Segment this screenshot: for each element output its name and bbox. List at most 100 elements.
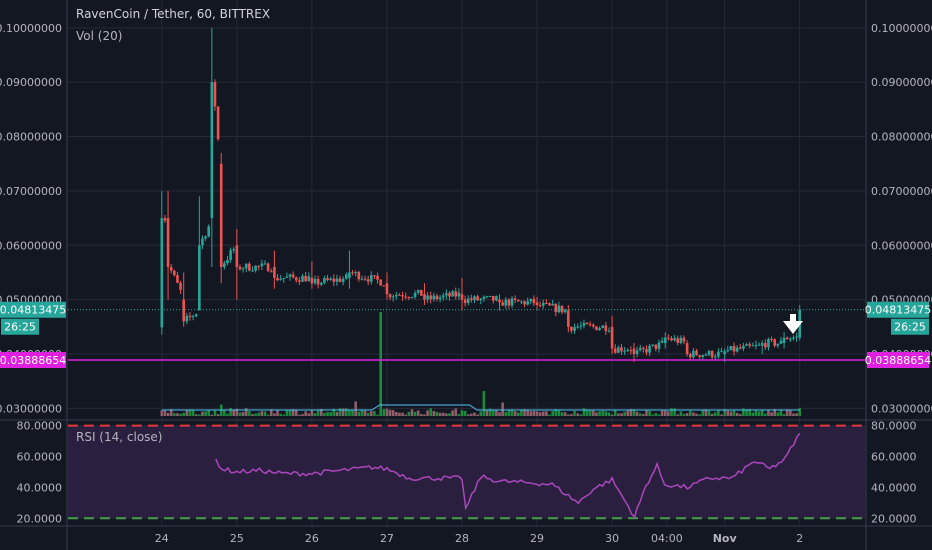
volume-bar [545, 411, 548, 416]
candle-body [382, 285, 386, 287]
volume-bar [379, 312, 382, 416]
volume-bar [654, 413, 658, 416]
volume-bar [373, 411, 376, 416]
candle-body [538, 305, 542, 307]
volume-bar [751, 412, 755, 416]
volume-bar [582, 408, 586, 416]
candle-body [504, 299, 508, 306]
candle-body [226, 259, 229, 264]
volume-bar [529, 411, 533, 416]
volume-bar [401, 412, 404, 416]
candle-body [448, 293, 451, 297]
candle-body [298, 280, 301, 282]
volume-bar [679, 411, 683, 416]
candle-body [323, 278, 326, 283]
volume-bar [638, 413, 642, 416]
candle-body [742, 345, 745, 349]
candle-body [379, 279, 382, 286]
volume-bar [360, 409, 364, 416]
candle-body [638, 347, 642, 351]
candle-body [682, 337, 686, 342]
time-tick: 24 [155, 532, 169, 545]
candle-body [213, 82, 217, 107]
trading-chart[interactable]: 0.10000000 0.10000000 0.09000000 0.09000000… [0, 0, 932, 550]
volume-bar [792, 413, 795, 416]
candle-body [548, 303, 551, 306]
price-tick-right: 0.09000000 [871, 76, 932, 89]
volume-bar [579, 414, 583, 416]
rsi-tick-right: 80.0000 [871, 420, 917, 433]
candle-body [198, 245, 201, 311]
volume-bar [207, 410, 211, 416]
candle-body [282, 277, 286, 279]
candle-body [254, 265, 257, 271]
candle-body [704, 354, 708, 356]
candle-body [526, 301, 529, 305]
volume-bar [626, 410, 630, 416]
candle-body [326, 278, 329, 280]
volume-bar [395, 412, 398, 416]
volume-bar [407, 411, 411, 416]
candle-body [269, 271, 273, 273]
candle-body [366, 279, 370, 282]
volume-bar [229, 408, 232, 416]
candle-body [285, 276, 289, 278]
volume-bar [279, 413, 282, 416]
candle-body [679, 337, 683, 343]
candle-body [188, 315, 192, 317]
candle-body [626, 350, 630, 352]
volume-bar [257, 412, 261, 416]
volume-bar [735, 412, 739, 416]
volume-bar [441, 412, 445, 416]
candle-body [495, 296, 498, 301]
volume-bar [663, 410, 667, 416]
volume-bar [185, 409, 189, 416]
volume-bar [548, 414, 551, 416]
price-tick-right: 0.06000000 [871, 239, 932, 252]
candle-body [373, 275, 376, 277]
candle-body [260, 263, 264, 267]
volume-bar [651, 414, 655, 416]
time-tick: 25 [230, 532, 244, 545]
candle-body [279, 278, 282, 281]
candle-body [441, 295, 445, 298]
volume-bar [288, 410, 292, 416]
volume-bar [657, 414, 661, 416]
candle-body [782, 337, 786, 344]
candle-body [667, 337, 670, 339]
candle-body [754, 344, 758, 346]
candle-body [507, 299, 511, 306]
volume-bar [254, 413, 257, 416]
candle-body [657, 342, 661, 349]
candle-body [570, 326, 573, 331]
level-text-left: 0.03888654 [0, 354, 66, 367]
volume-bar [754, 409, 758, 416]
volume-bar [370, 411, 373, 416]
volume-bar [485, 410, 489, 416]
candle-body [623, 350, 626, 352]
candle-body [460, 294, 464, 300]
candle-body [748, 344, 751, 346]
countdown-text-right: 26:25 [894, 321, 926, 334]
volume-bar [176, 413, 179, 416]
candle-body [201, 238, 204, 246]
candle-body [776, 343, 780, 346]
volume-bar [479, 411, 483, 416]
volume-bar [491, 409, 495, 416]
candle-body [579, 325, 583, 327]
candle-body [401, 295, 404, 297]
volume-bar [260, 411, 264, 416]
candle-body [554, 303, 558, 313]
rsi-tick-left: 60.0000 [17, 451, 63, 464]
volume-bar [194, 414, 198, 416]
volume-bar [710, 413, 714, 416]
volume-bar [707, 410, 711, 416]
volume-bar [273, 413, 276, 416]
volume-bar [601, 410, 605, 416]
candle-body [523, 301, 526, 305]
candle-body [316, 278, 320, 285]
candle-body [332, 278, 336, 282]
candle-body [185, 315, 189, 322]
volume-bar [598, 411, 601, 416]
volume-bar [445, 413, 448, 416]
